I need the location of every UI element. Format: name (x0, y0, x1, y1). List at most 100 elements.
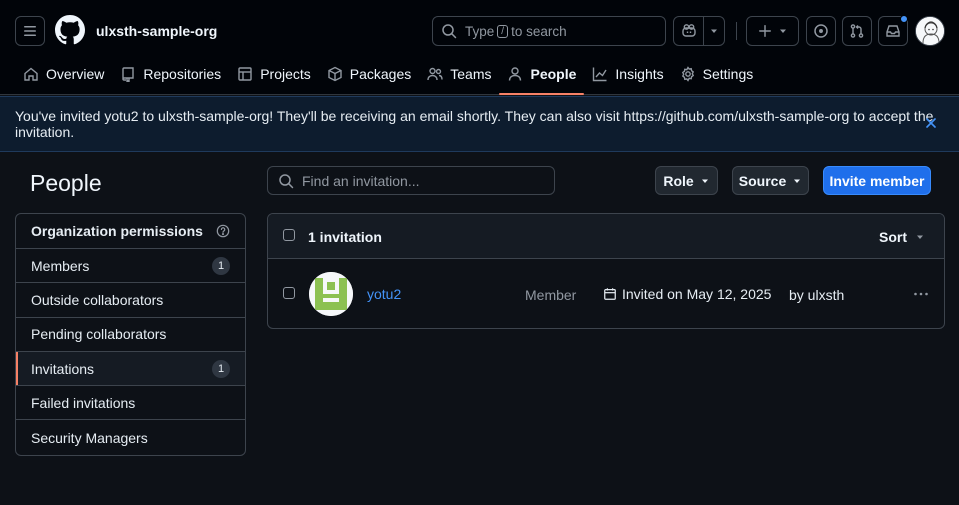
sidebar-item-pending-collaborators[interactable]: Pending collaborators (16, 318, 245, 352)
copilot-button-group (673, 16, 725, 46)
invitation-count: 1 invitation (308, 229, 382, 245)
header-divider (736, 22, 737, 40)
invite-member-button[interactable]: Invite member (823, 166, 931, 195)
invited-date-text: Invited on May 12, 2025 (622, 286, 772, 302)
search-shortcut-key: / (497, 24, 509, 38)
members-count-badge: 1 (212, 256, 230, 275)
role-filter-label: Role (663, 172, 694, 189)
flash-close-button[interactable] (923, 115, 939, 131)
nav-label: People (530, 66, 577, 82)
org-nav: Overview Repositories Projects Packages … (15, 58, 761, 95)
table-row: yotu2 Member Invited on May 12, 2025 by … (268, 259, 944, 328)
triangle-down-icon (917, 235, 923, 239)
person-icon (509, 67, 522, 81)
pull-requests-button[interactable] (842, 16, 872, 46)
invitee-role: Member (525, 287, 577, 303)
people-sidebar: Organization permissions Members 1 Outsi… (15, 213, 246, 456)
nav-projects[interactable]: Projects (229, 58, 319, 90)
invitations-count-badge: 1 (212, 359, 230, 378)
table-header: 1 invitation Sort (268, 214, 944, 259)
plus-icon (758, 25, 771, 37)
invited-date: Invited on May 12, 2025 (603, 286, 771, 302)
invitee-login-link[interactable]: yotu2 (367, 286, 401, 302)
row-actions-button[interactable] (913, 286, 929, 302)
search-icon (442, 24, 457, 39)
copilot-button[interactable] (674, 17, 704, 45)
invited-by: by ulxsth (789, 287, 845, 303)
nav-label: Repositories (143, 66, 222, 82)
nav-packages[interactable]: Packages (319, 58, 419, 90)
sort-label: Sort (879, 229, 907, 245)
global-search-input[interactable]: Type / to search (432, 16, 666, 46)
sidebar-item-label: Outside collaborators (31, 291, 164, 308)
nav-settings[interactable]: Settings (672, 58, 762, 90)
sidebar-item-label: Organization permissions (31, 223, 203, 239)
repo-icon (122, 67, 135, 82)
sidebar-item-label: Pending collaborators (31, 326, 167, 343)
nav-overview[interactable]: Overview (15, 58, 112, 90)
copilot-menu-button[interactable] (704, 17, 724, 45)
nav-label: Overview (46, 66, 105, 82)
sidebar-item-members[interactable]: Members 1 (16, 249, 245, 284)
triangle-down-icon (794, 179, 801, 183)
search-placeholder-prefix: Type (465, 23, 495, 39)
sidebar-item-outside-collaborators[interactable]: Outside collaborators (16, 283, 245, 318)
avatar-drawing-icon (916, 17, 944, 45)
graph-icon (593, 67, 607, 82)
calendar-icon (604, 288, 616, 300)
invitation-flash-banner: You've invited yotu2 to ulxsth-sample-or… (0, 96, 959, 152)
sidebar-item-invitations[interactable]: Invitations 1 (16, 351, 245, 387)
user-avatar[interactable] (915, 16, 945, 46)
invitations-table: 1 invitation Sort yotu2 Member Invited o… (267, 213, 945, 329)
invitee-avatar[interactable] (309, 272, 353, 316)
git-pull-request-icon (850, 24, 864, 38)
find-invitation-field (267, 166, 555, 195)
nav-label: Settings (702, 66, 754, 82)
copilot-icon (681, 24, 696, 37)
hamburger-icon (24, 26, 36, 36)
gear-icon (681, 66, 694, 82)
kebab-horizontal-icon (914, 292, 928, 296)
nav-label: Insights (615, 66, 664, 82)
search-icon (279, 173, 294, 188)
nav-label: Projects (260, 66, 311, 82)
package-icon (328, 66, 342, 82)
source-filter-label: Source (738, 172, 787, 189)
sidebar-item-organization-permissions[interactable]: Organization permissions (16, 214, 245, 249)
row-checkbox[interactable] (283, 287, 295, 299)
app-header: ulxsth-sample-org Type / to search Overv… (0, 0, 959, 95)
question-icon[interactable] (216, 224, 230, 238)
table-icon (238, 67, 252, 81)
flash-message: You've invited yotu2 to ulxsth-sample-or… (15, 108, 934, 140)
triangle-down-icon (711, 29, 717, 33)
people-icon (427, 67, 443, 81)
sort-dropdown[interactable]: Sort (879, 229, 925, 245)
issues-button[interactable] (806, 16, 836, 46)
select-all-checkbox[interactable] (283, 229, 295, 241)
sidebar-item-label: Failed invitations (31, 394, 136, 411)
sidebar-item-security-managers[interactable]: Security Managers (16, 420, 245, 454)
nav-people[interactable]: People (499, 58, 585, 95)
nav-label: Teams (450, 66, 492, 82)
sidebar-item-label: Members (31, 257, 90, 274)
page-title: People (30, 170, 102, 196)
nav-teams[interactable]: Teams (419, 58, 499, 90)
org-name-link[interactable]: ulxsth-sample-org (96, 23, 217, 39)
nav-repositories[interactable]: Repositories (112, 58, 229, 90)
search-placeholder-suffix: to search (511, 23, 567, 39)
source-filter-dropdown[interactable]: Source (732, 166, 809, 195)
github-logo-icon[interactable] (55, 15, 85, 45)
triangle-down-icon (701, 179, 708, 183)
notification-indicator (900, 15, 908, 23)
issue-opened-icon (814, 24, 828, 38)
close-icon (926, 118, 936, 128)
create-new-button[interactable] (746, 16, 799, 46)
role-filter-dropdown[interactable]: Role (655, 166, 718, 195)
find-invitation-input[interactable] (302, 172, 542, 189)
inbox-icon (886, 25, 900, 37)
sidebar-item-failed-invitations[interactable]: Failed invitations (16, 386, 245, 421)
nav-insights[interactable]: Insights (584, 58, 671, 90)
identicon-icon (309, 272, 353, 316)
sidebar-item-label: Invitations (31, 360, 95, 377)
menu-button[interactable] (15, 16, 45, 46)
